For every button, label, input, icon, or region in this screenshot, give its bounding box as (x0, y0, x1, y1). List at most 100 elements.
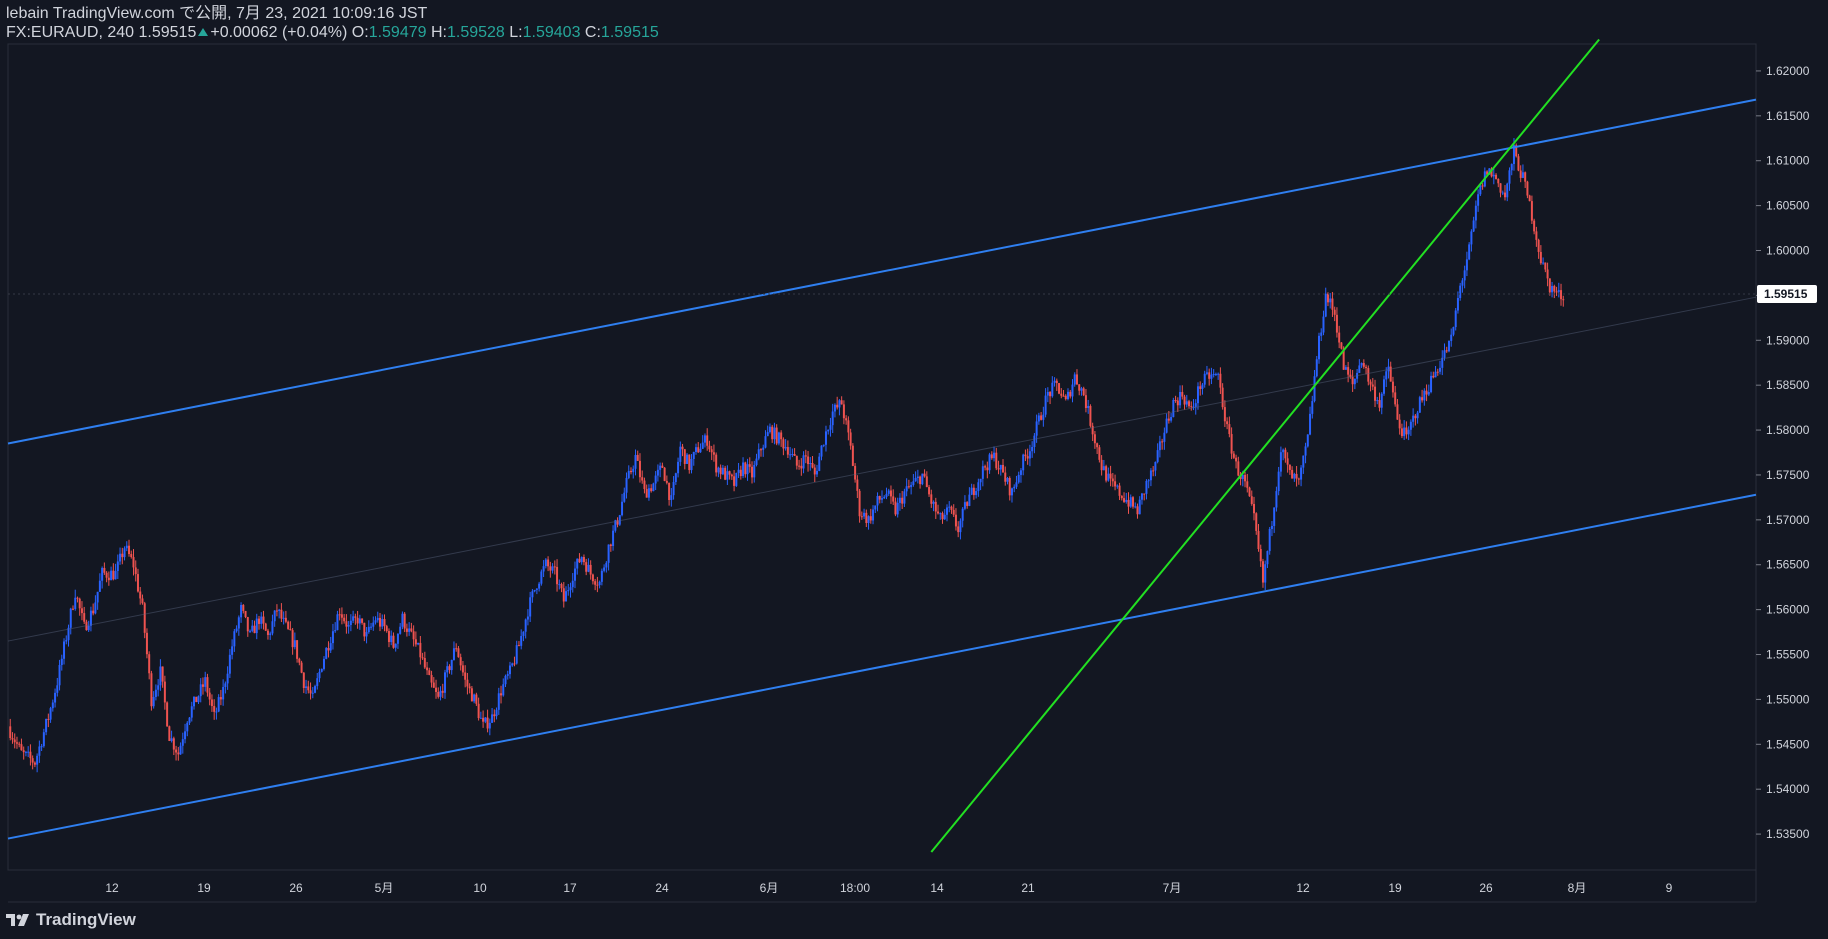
x-tick-label: 5月 (375, 881, 394, 895)
candle-body (966, 502, 969, 506)
candle-body (1533, 220, 1536, 232)
candle-body (789, 454, 792, 456)
candle-body (199, 684, 202, 697)
candle-body (865, 512, 868, 523)
candle-body (1382, 379, 1385, 394)
candle-body (1026, 456, 1029, 459)
candle-body (1228, 424, 1231, 435)
candle-body (1297, 478, 1300, 480)
candle-body (634, 454, 637, 469)
candle-body (1131, 497, 1134, 507)
candle-body (448, 666, 451, 671)
candle-body (759, 449, 762, 451)
candle-body (562, 588, 565, 602)
candle-body (1499, 183, 1502, 193)
candle-body (1165, 418, 1168, 433)
candle-body (1284, 449, 1287, 459)
candle-body (1042, 414, 1045, 420)
candle-body (327, 648, 330, 651)
candle-body (179, 745, 182, 755)
candle-body (961, 508, 964, 521)
candle-body (932, 501, 935, 504)
candle-body (553, 566, 556, 568)
candle-body (112, 570, 115, 580)
candle-body (260, 616, 263, 624)
y-tick-label: 1.61000 (1766, 154, 1810, 168)
candle-body (172, 738, 175, 750)
candle-body (208, 692, 211, 700)
candle-body (603, 567, 606, 571)
candle-body (1380, 393, 1383, 408)
candle-body (340, 614, 343, 618)
candle-body (923, 473, 926, 477)
candle-body (1546, 269, 1549, 279)
x-tick-label: 9 (1666, 881, 1673, 895)
candle-body (201, 684, 204, 687)
candle-body (544, 559, 547, 567)
candle-body (816, 470, 819, 475)
candle-body (450, 659, 453, 671)
candle-body (222, 687, 225, 700)
candle-body (1004, 472, 1007, 482)
candle-body (999, 464, 1002, 470)
candle-body (872, 509, 875, 521)
y-tick-label: 1.57000 (1766, 513, 1810, 527)
candle-body (1089, 405, 1092, 426)
candle-body (1391, 381, 1394, 393)
candle-body (1033, 435, 1036, 447)
candle-body (1416, 412, 1419, 419)
candle-body (1037, 415, 1040, 422)
candle-body (587, 564, 590, 572)
candle-body (912, 481, 915, 485)
candle-body (152, 696, 155, 707)
candle-body (356, 617, 359, 624)
candle-body (997, 468, 1000, 470)
candle-body (1378, 400, 1381, 408)
candle-body (1196, 386, 1199, 404)
candle-body (213, 706, 216, 712)
candle-body (1398, 419, 1401, 429)
candle-body (296, 640, 299, 659)
candle-body (107, 577, 110, 581)
candle-body (71, 608, 74, 610)
candle-body (1174, 400, 1177, 402)
candle-body (1371, 384, 1374, 387)
candle-body (1313, 376, 1316, 402)
candle-body (712, 452, 715, 455)
candle-body (1452, 327, 1455, 335)
green-trendline (930, 38, 1600, 853)
candle-body (1300, 467, 1303, 480)
candle-body (1015, 482, 1018, 487)
last-price-badge-label: 1.59515 (1764, 287, 1808, 301)
candle-body (1454, 310, 1457, 328)
candle-body (145, 632, 148, 655)
candle-body (717, 467, 720, 473)
candle-body (320, 668, 323, 672)
candle-body (858, 490, 861, 517)
candle-body (1407, 429, 1410, 435)
candle-body (1474, 205, 1477, 221)
candle-body (1246, 481, 1249, 488)
candle-body (134, 567, 137, 575)
price-chart[interactable]: 1.62000 1.61500 1.61000 1.60500 1.60000 1.595… (0, 0, 1828, 939)
candle-body (244, 610, 247, 618)
candle-body (343, 617, 346, 622)
y-tick-label: 1.59000 (1766, 333, 1810, 347)
candle-body (957, 526, 960, 533)
candle-body (150, 673, 153, 707)
candle-body (1143, 493, 1146, 495)
candle-body (363, 622, 366, 637)
candle-body (573, 568, 576, 581)
candle-body (1058, 383, 1061, 394)
candle-body (916, 476, 919, 479)
candle-body (423, 658, 426, 668)
candle-body (513, 663, 516, 665)
candle-body (894, 501, 897, 515)
candle-body (1335, 314, 1338, 333)
candle-body (692, 451, 695, 459)
candle-body (1268, 529, 1271, 552)
candle-body (950, 506, 953, 510)
candle-body (484, 717, 487, 722)
tradingview-brand[interactable]: TradingView (6, 910, 136, 930)
candle-body (1318, 335, 1320, 360)
